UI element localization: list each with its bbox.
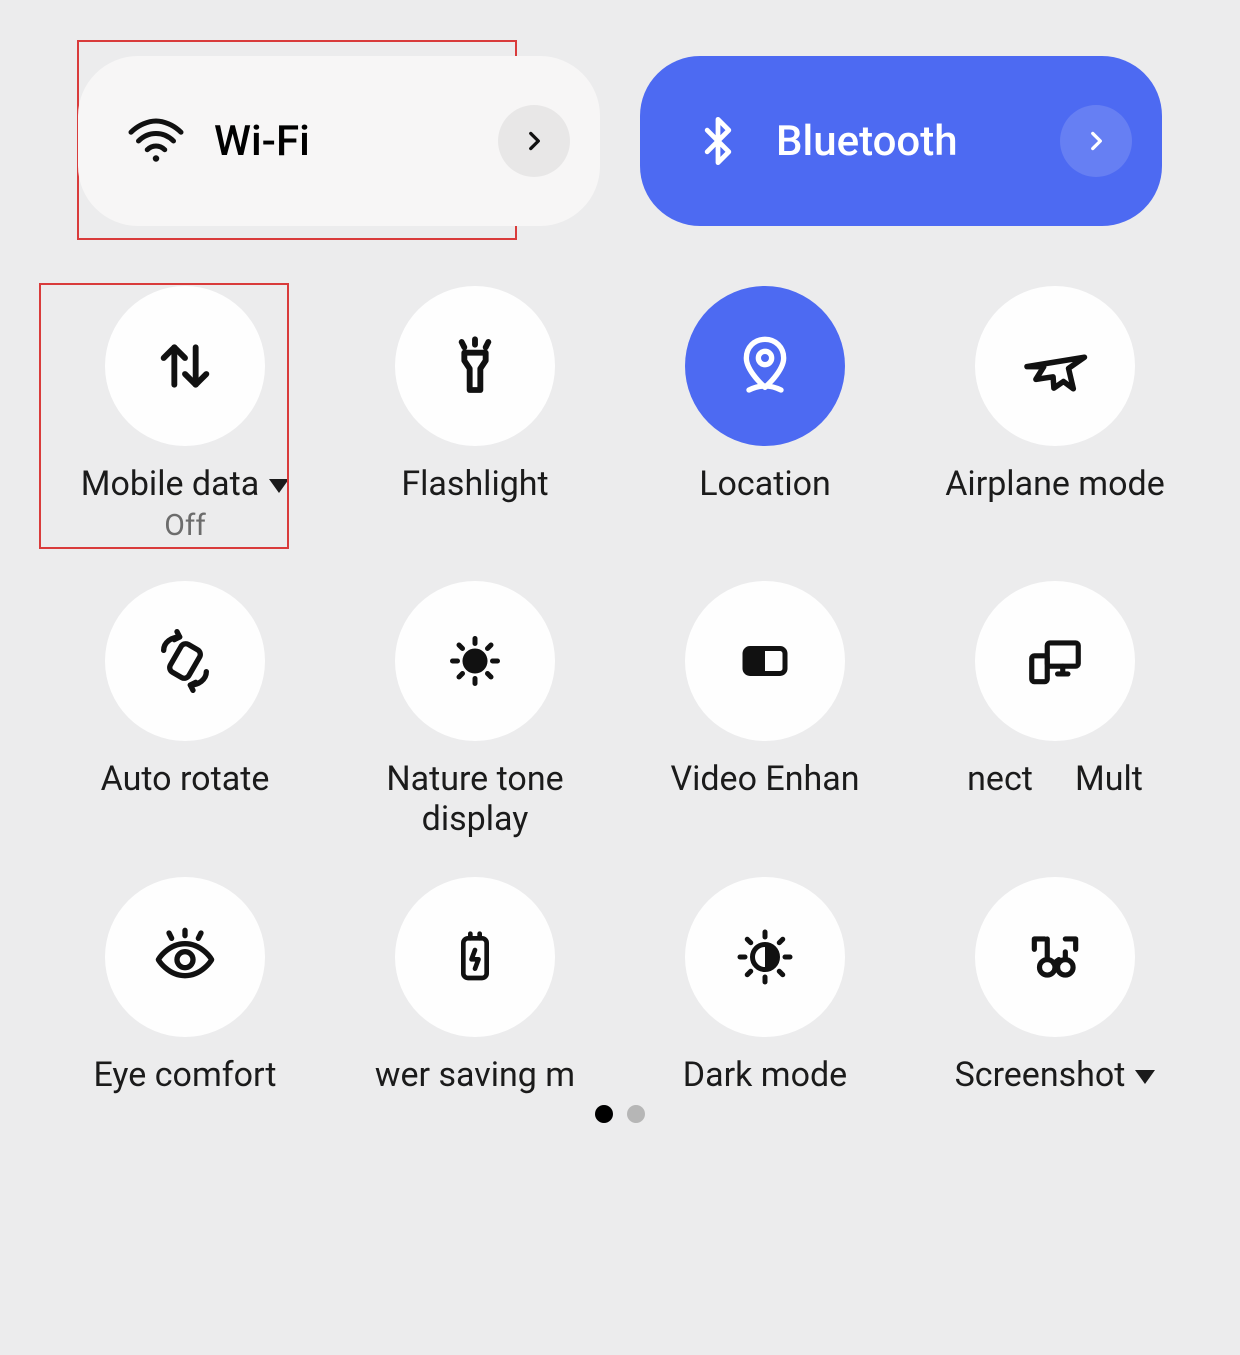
- bluetooth-expand-button[interactable]: [1060, 105, 1132, 177]
- pager-dots: [0, 1105, 1240, 1123]
- chevron-right-icon: [521, 128, 547, 154]
- tile-eyecomfort[interactable]: Eye comfort: [50, 877, 320, 1095]
- tile-label: nect Mult: [963, 759, 1147, 799]
- bluetooth-label: Bluetooth: [776, 117, 1060, 166]
- screenshot-icon: [975, 877, 1135, 1037]
- naturetone-icon: [395, 581, 555, 741]
- tile-screenshot[interactable]: Screenshot: [920, 877, 1190, 1095]
- tile-videoenhance[interactable]: Video Enhan: [630, 581, 900, 839]
- mobile-data-icon: [105, 286, 265, 446]
- airplane-icon: [975, 286, 1135, 446]
- quick-settings-grid: Mobile data Off Flashlight Location: [0, 226, 1240, 1095]
- tile-sublabel: Off: [164, 508, 206, 543]
- pager-dot-2[interactable]: [627, 1105, 645, 1123]
- wifi-toggle[interactable]: Wi-Fi: [78, 56, 600, 226]
- tile-label: Mobile data: [77, 464, 293, 504]
- tile-label: Video Enhan: [666, 759, 863, 799]
- tile-label: Nature tone display: [345, 759, 605, 839]
- tile-label: Screenshot: [951, 1055, 1160, 1095]
- tile-label: Dark mode: [679, 1055, 851, 1095]
- chevron-right-icon: [1083, 128, 1109, 154]
- tile-darkmode[interactable]: Dark mode: [630, 877, 900, 1095]
- pager-dot-1[interactable]: [595, 1105, 613, 1123]
- bluetooth-toggle[interactable]: Bluetooth: [640, 56, 1162, 226]
- wifi-expand-button[interactable]: [498, 105, 570, 177]
- tile-powersaving[interactable]: wer saving m: [340, 877, 610, 1095]
- eyecomfort-icon: [105, 877, 265, 1037]
- tile-naturetone[interactable]: Nature tone display: [340, 581, 610, 839]
- tile-airplane[interactable]: Airplane mode: [920, 286, 1190, 543]
- tile-label: Airplane mode: [941, 464, 1168, 504]
- tile-multiscreen[interactable]: nect Mult: [920, 581, 1190, 839]
- caret-down-icon: [269, 479, 289, 493]
- caret-down-icon: [1135, 1070, 1155, 1084]
- powersaving-icon: [395, 877, 555, 1037]
- multiscreen-icon: [975, 581, 1135, 741]
- tile-label: Flashlight: [397, 464, 552, 504]
- flashlight-icon: [395, 286, 555, 446]
- tile-flashlight[interactable]: Flashlight: [340, 286, 610, 543]
- autorotate-icon: [105, 581, 265, 741]
- wifi-label: Wi-Fi: [214, 117, 498, 166]
- videoenhance-icon: [685, 581, 845, 741]
- tile-label: Location: [695, 464, 835, 504]
- tile-mobile-data[interactable]: Mobile data Off: [50, 286, 320, 543]
- tile-label: Eye comfort: [90, 1055, 281, 1095]
- quick-settings-top-row: Wi-Fi Bluetooth: [0, 0, 1240, 226]
- darkmode-icon: [685, 877, 845, 1037]
- wifi-icon: [116, 101, 196, 181]
- tile-location[interactable]: Location: [630, 286, 900, 543]
- location-icon: [685, 286, 845, 446]
- tile-autorotate[interactable]: Auto rotate: [50, 581, 320, 839]
- tile-label: wer saving m: [371, 1055, 579, 1095]
- bluetooth-icon: [678, 101, 758, 181]
- tile-label: Auto rotate: [97, 759, 274, 799]
